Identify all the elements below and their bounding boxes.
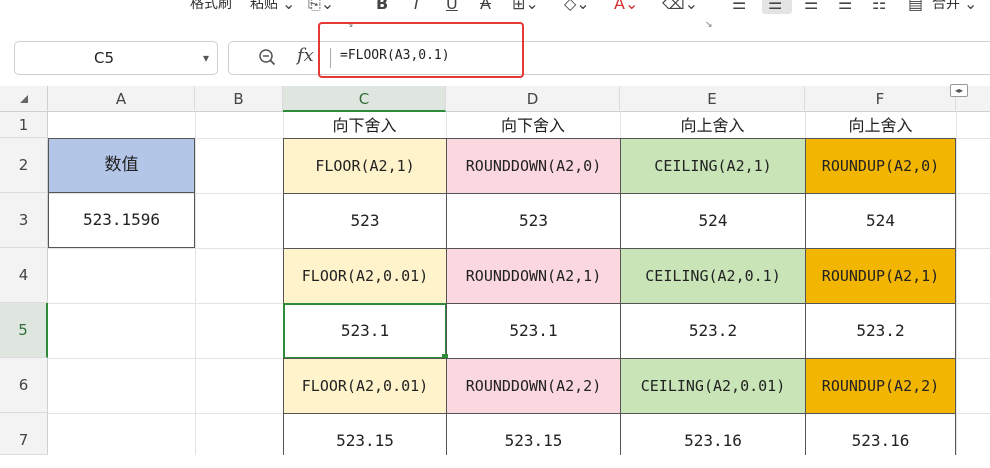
cell-f7[interactable]: 523.16 — [805, 413, 956, 455]
font-launcher-icon[interactable]: ↘ — [705, 20, 713, 30]
distributed-align-icon[interactable]: ☷ — [872, 0, 886, 13]
row-header-6[interactable]: 6 — [0, 358, 48, 413]
select-all-icon[interactable] — [20, 95, 28, 103]
column-header-d[interactable]: D — [446, 86, 620, 112]
cell-f2[interactable]: ROUNDUP(A2,0) — [805, 138, 956, 194]
column-header-f[interactable]: F — [805, 86, 956, 112]
merge-dropdown-icon[interactable]: ⌄ — [964, 0, 977, 13]
merge-button[interactable]: 合并 — [932, 0, 960, 13]
cell-reference: C5 — [93, 49, 115, 67]
cell-c4[interactable]: FLOOR(A2,0.01) — [283, 248, 447, 304]
cell-e2[interactable]: CEILING(A2,1) — [620, 138, 806, 194]
paste-dropdown-icon[interactable]: ⌄ — [282, 0, 295, 13]
justify-icon[interactable]: ☰ — [838, 0, 852, 13]
row-header-7[interactable]: 7 — [0, 413, 48, 455]
column-header-e[interactable]: E — [620, 86, 805, 112]
cell-e4[interactable]: CEILING(A2,0.1) — [620, 248, 806, 304]
formula-highlight-box — [318, 22, 524, 78]
cell-d2[interactable]: ROUNDDOWN(A2,0) — [446, 138, 621, 194]
column-header-c[interactable]: C — [283, 86, 446, 112]
cell-c1[interactable]: 向下舍入 — [283, 112, 446, 138]
row-header-3[interactable]: 3 — [0, 193, 48, 248]
cell-f6[interactable]: ROUNDUP(A2,2) — [805, 358, 956, 414]
bold-icon[interactable]: B — [376, 0, 388, 13]
cell-f3[interactable]: 524 — [805, 193, 956, 249]
cell-c5-active[interactable]: 523.1 — [283, 303, 447, 359]
cell-d1[interactable]: 向下舍入 — [446, 112, 620, 138]
fill-color-icon[interactable]: ◇⌄ — [564, 0, 590, 13]
gridline — [195, 112, 196, 455]
cell-e7[interactable]: 523.16 — [620, 413, 806, 455]
cell-f1[interactable]: 向上舍入 — [805, 112, 956, 138]
cell-d6[interactable]: ROUNDDOWN(A2,2) — [446, 358, 621, 414]
gridline — [956, 112, 957, 455]
row-header-5[interactable]: 5 — [0, 303, 48, 358]
cell-d4[interactable]: ROUNDDOWN(A2,1) — [446, 248, 621, 304]
merge-icon[interactable]: ▤ — [908, 0, 923, 13]
row-header-1[interactable]: 1 — [0, 112, 48, 138]
cell-c3[interactable]: 523 — [283, 193, 447, 249]
row-header-4[interactable]: 4 — [0, 248, 48, 303]
cell-d3[interactable]: 523 — [446, 193, 621, 249]
cell-f5[interactable]: 523.2 — [805, 303, 956, 359]
align-left-icon[interactable]: ☰ — [732, 0, 746, 13]
strikethrough-icon[interactable]: A — [480, 0, 491, 13]
cell-c7[interactable]: 523.15 — [283, 413, 447, 455]
format-painter-button[interactable]: 格式刷 — [190, 0, 232, 13]
border-icon[interactable]: ⊞⌄ — [512, 0, 539, 13]
column-header-a[interactable]: A — [48, 86, 195, 112]
align-right-icon[interactable]: ☰ — [804, 0, 818, 13]
cell-d5[interactable]: 523.1 — [446, 303, 621, 359]
italic-icon[interactable]: I — [414, 0, 419, 13]
fx-icon[interactable]: fx — [297, 45, 314, 66]
underline-icon[interactable]: U — [446, 0, 458, 13]
cell-c6[interactable]: FLOOR(A2,0.01) — [283, 358, 447, 414]
cell-e6[interactable]: CEILING(A2,0.01) — [620, 358, 806, 414]
cell-e3[interactable]: 524 — [620, 193, 806, 249]
align-center-icon[interactable]: ☰ — [768, 0, 782, 13]
column-header-b[interactable]: B — [195, 86, 283, 112]
cell-f4[interactable]: ROUNDUP(A2,1) — [805, 248, 956, 304]
font-color-icon[interactable]: A⌄ — [614, 0, 638, 13]
cell-a2[interactable]: 数值 — [48, 138, 195, 193]
clear-format-icon[interactable]: ⌫⌄ — [662, 0, 698, 13]
row-header-2[interactable]: 2 — [0, 138, 48, 193]
split-view-icon[interactable]: ◂▸ — [950, 84, 968, 97]
cell-d7[interactable]: 523.15 — [446, 413, 621, 455]
chevron-down-icon[interactable]: ▾ — [203, 42, 209, 74]
cell-e5[interactable]: 523.2 — [620, 303, 806, 359]
name-box[interactable]: C5 ▾ — [14, 41, 218, 75]
paste-special-icon[interactable]: ⎘⌄ — [308, 0, 334, 14]
paste-button[interactable]: 粘贴 — [250, 0, 278, 13]
cell-c2[interactable]: FLOOR(A2,1) — [283, 138, 447, 194]
zoom-icon[interactable] — [258, 48, 276, 66]
cell-e1[interactable]: 向上舍入 — [620, 112, 805, 138]
cell-a3[interactable]: 523.1596 — [48, 192, 195, 248]
